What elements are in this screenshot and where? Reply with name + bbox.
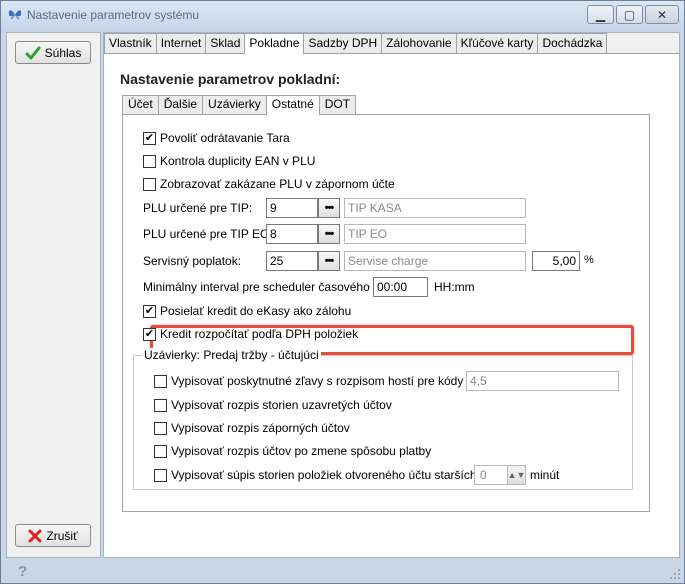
tab-vlastnik[interactable]: Vlastník	[104, 33, 157, 53]
confirm-label: Súhlas	[44, 45, 82, 60]
window-title: Nastavenie parametrov systému	[27, 8, 200, 22]
group-item5-row: Vypisovať súpis storien položiek otvoren…	[154, 468, 499, 482]
group-title: Uzávierky: Predaj tržby - účtujúci	[142, 348, 321, 362]
plu-tipeo-input[interactable]: 8	[266, 224, 318, 244]
kredit-zaloha-row: ✔ Posielať kredit do eKasy ako zálohu	[143, 304, 351, 318]
ean-row: Kontrola duplicity EAN v PLU	[143, 154, 315, 168]
group-item3-checkbox[interactable]	[154, 421, 167, 435]
minutes-unit: minút	[530, 468, 560, 482]
cancel-button[interactable]: Zrušiť	[15, 524, 91, 547]
group-item4-label: Vypisovať rozpis účtov po zmene spôsobu …	[171, 444, 432, 458]
zakazane-label: Zobrazovať zakázane PLU v zápornom účte	[160, 177, 395, 191]
spinner-arrows-icon[interactable]: ▲▼	[507, 466, 525, 484]
interval-unit: HH:mm	[434, 280, 475, 294]
sub-tabs: Účet Ďalšie Uzávierky Ostatné DOT	[122, 95, 357, 115]
title-bar: Nastavenie parametrov systému ▁ ▢ ✕	[1, 1, 684, 31]
left-panel: Súhlas Zrušiť	[6, 32, 101, 558]
group-item1-label: Vypisovať poskytnutné zľavy s rozpisom h…	[171, 374, 495, 388]
group-item1-row: Vypisovať poskytnutné zľavy s rozpisom h…	[154, 374, 494, 388]
minutes-value: 0	[480, 468, 487, 482]
settings-panel: Vlastník Internet Sklad Pokladne Sadzby …	[103, 32, 680, 558]
tab-sklad[interactable]: Sklad	[205, 33, 246, 53]
interval-label: Minimálny interval pre scheduler časovéh…	[143, 280, 400, 294]
group-item2-label: Vypisovať rozpis storien uzavretých účto…	[171, 398, 392, 412]
tab-pokladne[interactable]: Pokladne	[244, 33, 305, 54]
group-item5-label: Vypisovať súpis storien položiek otvoren…	[171, 468, 500, 482]
group-item2-checkbox[interactable]	[154, 398, 167, 412]
minimize-button[interactable]: ▁	[587, 5, 614, 24]
subtab-ucet[interactable]: Účet	[122, 95, 159, 114]
plu-tip-input[interactable]: 9	[266, 198, 318, 218]
close-button[interactable]: ✕	[645, 5, 679, 24]
group-item4-checkbox[interactable]	[154, 444, 167, 458]
subtab-dot[interactable]: DOT	[318, 95, 357, 114]
tara-label: Povoliť odrátavanie Tara	[160, 131, 290, 145]
plu-tipeo-name-field: TIP EO	[344, 224, 526, 244]
plu-tipeo-browse-button[interactable]: •••	[318, 224, 340, 244]
ean-checkbox[interactable]	[143, 154, 156, 168]
tara-checkbox[interactable]: ✔	[143, 131, 156, 145]
group-item2-row: Vypisovať rozpis storien uzavretých účto…	[154, 398, 392, 412]
butterfly-app-icon	[8, 10, 22, 20]
status-bar: ?	[1, 559, 684, 583]
maximize-button[interactable]: ▢	[616, 5, 643, 24]
plu-tip-name-field: TIP KASA	[344, 198, 526, 218]
subtab-ostatne[interactable]: Ostatné	[265, 95, 320, 115]
minimize-icon: ▁	[595, 7, 606, 22]
application-window: Nastavenie parametrov systému ▁ ▢ ✕ Súhl…	[0, 0, 685, 584]
ostatne-panel: ✔ Povoliť odrátavanie Tara Kontrola dupl…	[122, 114, 650, 512]
plu-tip-browse-button[interactable]: •••	[318, 198, 340, 218]
cancel-label: Zrušiť	[46, 528, 78, 543]
tab-klucove-karty[interactable]: Kľúčové karty	[455, 33, 539, 53]
discount-codes-field[interactable]: 4,5	[466, 371, 619, 391]
main-tabs: Vlastník Internet Sklad Pokladne Sadzby …	[104, 33, 608, 54]
kredit-zaloha-label: Posielať kredit do eKasy ako zálohu	[160, 304, 352, 318]
group-item3-row: Vypisovať rozpis záporných účtov	[154, 421, 350, 435]
group-item5-checkbox[interactable]	[154, 468, 167, 482]
interval-input[interactable]: 00:00	[373, 277, 428, 297]
tab-zalohovanie[interactable]: Zálohovanie	[381, 33, 457, 53]
confirm-button[interactable]: Súhlas	[15, 41, 91, 64]
uzavierky-group: Uzávierky: Predaj tržby - účtujúci Vypis…	[133, 348, 633, 490]
zakazane-row: Zobrazovať zakázane PLU v zápornom účte	[143, 177, 395, 191]
zakazane-checkbox[interactable]	[143, 177, 156, 191]
subtab-uzavierky[interactable]: Uzávierky	[202, 95, 267, 114]
servis-input[interactable]: 25	[266, 251, 318, 271]
ean-label: Kontrola duplicity EAN v PLU	[160, 154, 316, 168]
tara-row: ✔ Povoliť odrátavanie Tara	[143, 131, 290, 145]
tab-content: Nastavenie parametrov pokladní: Účet Ďal…	[104, 53, 679, 557]
group-item4-row: Vypisovať rozpis účtov po zmene spôsobu …	[154, 444, 431, 458]
servis-name-field: Servise charge	[344, 251, 526, 271]
plu-tipeo-label: PLU určené pre TIP EO:	[143, 227, 273, 241]
group-item1-checkbox[interactable]	[154, 374, 167, 388]
tab-dochadzka[interactable]: Dochádzka	[537, 33, 608, 53]
section-title: Nastavenie parametrov pokladní:	[120, 71, 341, 87]
kredit-dph-label: Kredit rozpočítať podľa DPH položiek	[160, 327, 359, 341]
minutes-spinner[interactable]: 0 ▲▼	[474, 465, 526, 485]
percent-sign: %	[584, 254, 594, 266]
kredit-zaloha-checkbox[interactable]: ✔	[143, 304, 156, 318]
kredit-dph-checkbox[interactable]: ✔	[143, 327, 156, 341]
x-cross-icon	[28, 529, 42, 542]
servis-percent-input[interactable]: 5,00	[532, 251, 580, 271]
plu-tip-label: PLU určené pre TIP:	[143, 201, 253, 215]
kredit-dph-row: ✔ Kredit rozpočítať podľa DPH položiek	[143, 327, 358, 341]
subtab-dalsie[interactable]: Ďalšie	[157, 95, 204, 114]
group-item3-label: Vypisovať rozpis záporných účtov	[171, 421, 350, 435]
tab-internet[interactable]: Internet	[155, 33, 207, 53]
close-icon: ✕	[656, 7, 668, 22]
tab-sadzby-dph[interactable]: Sadzby DPH	[303, 33, 383, 53]
maximize-icon: ▢	[623, 7, 636, 22]
resize-grip-icon[interactable]	[669, 568, 681, 580]
checkmark-icon	[25, 46, 41, 59]
servis-browse-button[interactable]: •••	[318, 251, 340, 271]
servis-label: Servisný poplatok:	[143, 254, 242, 268]
help-icon[interactable]: ?	[18, 563, 27, 580]
